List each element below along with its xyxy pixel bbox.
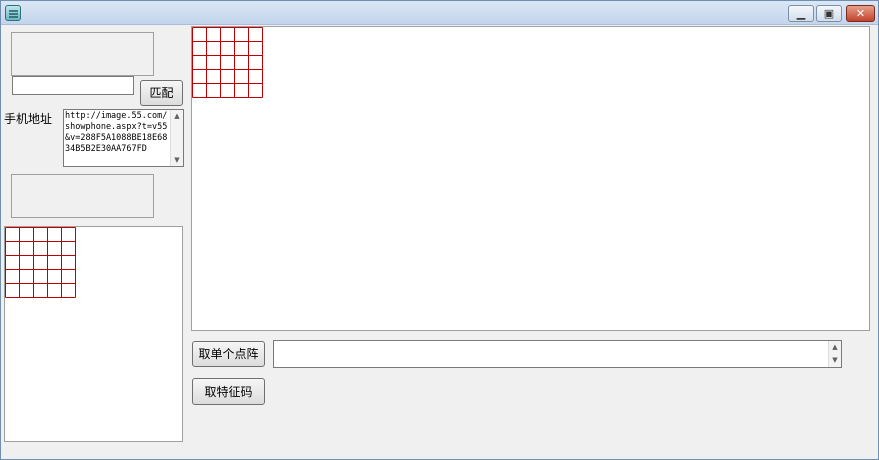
minimize-icon: ▁ [796,7,806,20]
match-input[interactable] [12,76,134,95]
main-matrix-panel[interactable] [191,26,870,331]
match-button[interactable]: 匹配 [140,80,183,106]
memo-scrollbar[interactable]: ▲ ▼ [170,110,183,166]
result-scrollbar[interactable]: ▲ ▼ [828,341,841,367]
maximize-button[interactable]: ▣ [816,5,842,22]
result-scroll-up-icon[interactable]: ▲ [829,341,841,354]
get-single-matrix-button[interactable]: 取单个点阵 [192,341,265,367]
title-bar[interactable]: ▁ ▣ ✕ [1,1,878,25]
bottom-preview-box [11,174,154,218]
close-button[interactable]: ✕ [846,5,875,22]
top-preview-box [11,32,154,76]
small-matrix-grid [5,227,76,298]
result-scroll-down-icon[interactable]: ▼ [829,354,841,367]
close-icon: ✕ [855,7,866,20]
app-window: ▁ ▣ ✕ 匹配 手机地址 http://image.55.com/showph… [0,0,879,460]
result-memo[interactable]: ▲ ▼ [273,340,842,368]
scroll-up-icon[interactable]: ▲ [171,110,183,122]
phone-address-memo[interactable]: http://image.55.com/showphone.aspx?t=v55… [63,109,184,167]
small-matrix-panel[interactable] [4,226,183,442]
get-feature-code-button[interactable]: 取特征码 [192,378,265,405]
phone-address-label: 手机地址 [4,112,53,126]
phone-address-text: http://image.55.com/showphone.aspx?t=v55… [65,111,168,154]
app-icon[interactable] [5,5,21,21]
maximize-icon: ▣ [823,7,835,20]
scroll-down-icon[interactable]: ▼ [171,154,183,166]
main-matrix-grid [192,27,263,98]
minimize-button[interactable]: ▁ [788,5,814,22]
